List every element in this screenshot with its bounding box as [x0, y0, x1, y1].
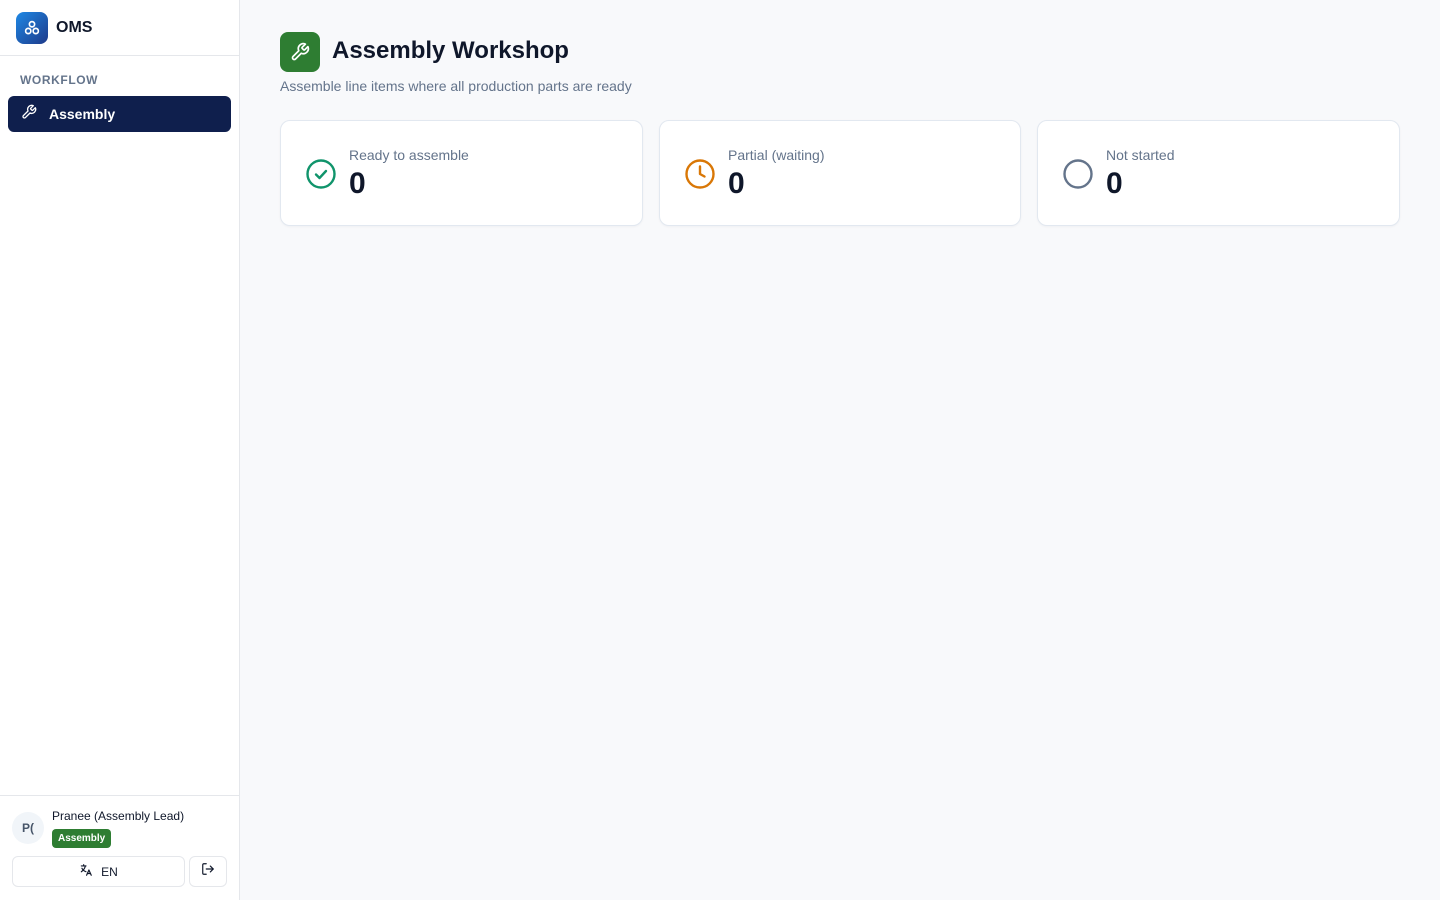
stat-card-ready: Ready to assemble 0 [280, 120, 643, 226]
stat-label: Not started [1106, 147, 1175, 163]
sidebar-item-label: Assembly [49, 106, 116, 122]
stat-label: Ready to assemble [349, 147, 469, 163]
logout-button[interactable] [189, 856, 227, 887]
language-label: EN [101, 864, 118, 879]
brand-header: OMS [0, 0, 239, 56]
translate-icon [79, 863, 93, 880]
stat-value: 0 [349, 167, 366, 200]
app-name: OMS [56, 18, 93, 36]
logout-icon [201, 862, 215, 881]
stat-value: 0 [728, 167, 745, 200]
stat-value: 0 [1106, 167, 1123, 200]
circle-icon [1062, 158, 1094, 190]
language-button[interactable]: EN [12, 856, 185, 887]
user-panel: P( Pranee (Assembly Lead) Assembly EN [0, 795, 239, 900]
stat-card-not-started: Not started 0 [1037, 120, 1400, 226]
stat-card-partial: Partial (waiting) 0 [659, 120, 1021, 226]
page-title: Assembly Workshop [332, 37, 569, 64]
clock-icon [684, 158, 716, 190]
stat-label: Partial (waiting) [728, 147, 825, 163]
wrench-icon [280, 32, 320, 72]
role-badge: Assembly [52, 829, 112, 848]
page-subtitle: Assemble line items where all production… [280, 78, 632, 94]
user-name: Pranee (Assembly Lead) [52, 809, 185, 823]
sidebar: OMS WORKFLOW Assembly P( Pranee (Assembl… [0, 0, 240, 900]
oms-logo-icon [16, 11, 48, 44]
wrench-icon [21, 104, 37, 125]
check-circle-icon [305, 158, 337, 190]
avatar: P( [12, 812, 44, 844]
sidebar-item-assembly[interactable]: Assembly [8, 96, 231, 132]
section-label-workflow: WORKFLOW [20, 73, 99, 87]
main-content: Assembly Workshop Assemble line items wh… [240, 0, 1440, 900]
